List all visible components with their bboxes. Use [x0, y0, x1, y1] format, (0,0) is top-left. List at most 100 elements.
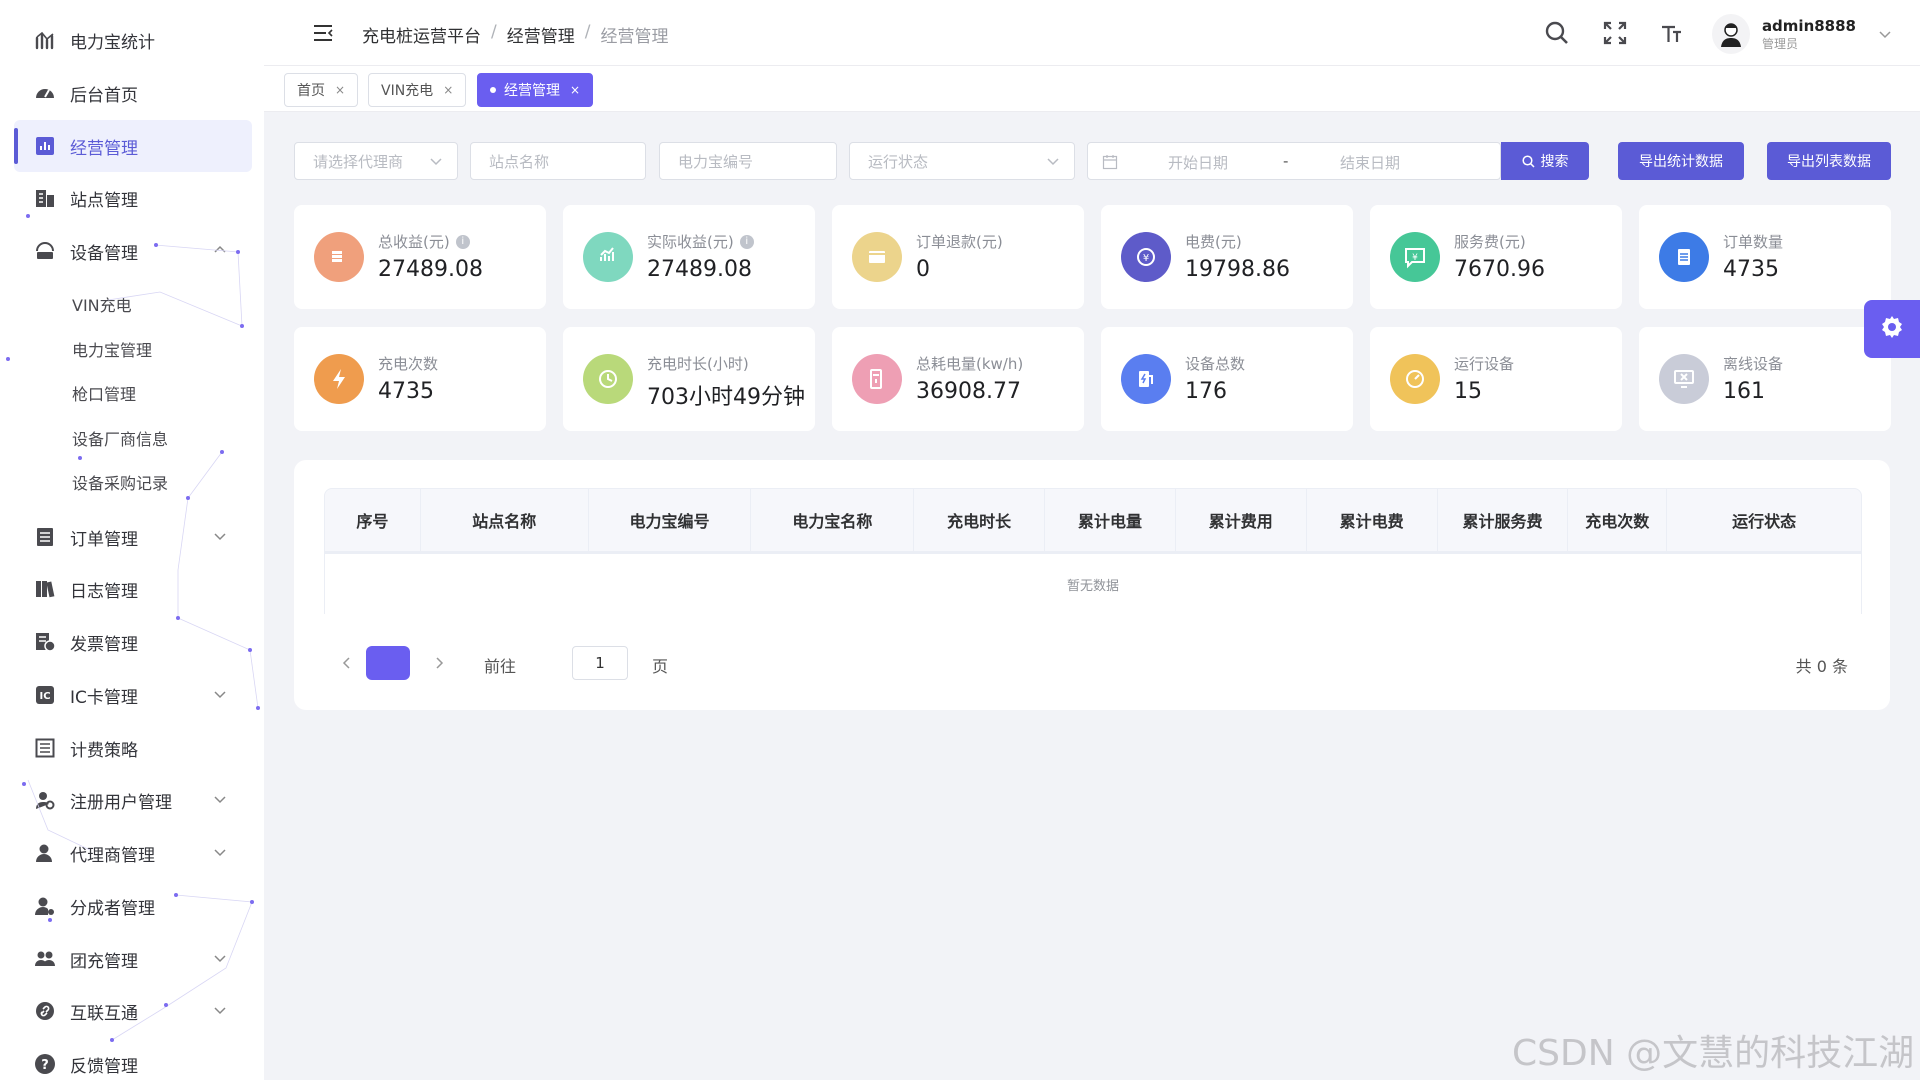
column-header: 充电次数 [1568, 489, 1668, 551]
start-date-placeholder[interactable]: 开始日期 [1168, 152, 1228, 173]
stat-title-text: 离线设备 [1723, 355, 1784, 373]
empty-text: 暂无数据 [1066, 578, 1119, 594]
stat-value: 176 [1185, 379, 1227, 404]
growth-chart-icon [583, 232, 633, 282]
close-icon[interactable]: × [570, 83, 580, 97]
stat-title-text: 电费(元) [1185, 233, 1242, 251]
current-page-button[interactable]: 1 [366, 646, 410, 680]
particle-dot [154, 243, 158, 247]
export-list-button[interactable]: 导出列表数据 [1767, 142, 1891, 180]
stat-title: 充电时长(小时) [647, 353, 749, 374]
stat-card: 充电时长(小时) 703小时49分钟 [563, 327, 815, 431]
next-page-icon[interactable] [430, 654, 448, 672]
stat-title-text: 实际收益(元) [647, 233, 734, 251]
stat-value: 7670.96 [1454, 257, 1545, 282]
breadcrumb-separator: / [584, 22, 591, 42]
yuan-cycle-icon: ¥ [1121, 232, 1171, 282]
particle-dot [110, 1038, 114, 1042]
stat-value: 19798.86 [1185, 257, 1290, 282]
stat-title: 订单退款(元) [916, 231, 1003, 252]
particle-dot [176, 616, 180, 620]
search-icon[interactable] [1544, 20, 1570, 46]
stat-card: 总耗电量(kw/h) 36908.77 [832, 327, 1084, 431]
font-size-icon[interactable] [1658, 20, 1684, 46]
stat-card: 实际收益(元) i 27489.08 [563, 205, 815, 309]
top-header: 充电桩运营平台 / 经营管理 / 经营管理 admin8888 管理员 [264, 0, 1920, 66]
stat-title: 总耗电量(kw/h) [916, 353, 1023, 374]
fullscreen-icon[interactable] [1602, 20, 1628, 46]
tab-home[interactable]: 首页 × [284, 73, 359, 107]
particle-dot [236, 250, 240, 254]
column-header: 电力宝名称 [751, 489, 915, 551]
stat-title-text: 充电时长(小时) [647, 355, 749, 373]
particle-dot [240, 324, 244, 328]
stat-title-text: 设备总数 [1185, 355, 1246, 373]
export-list-label: 导出列表数据 [1787, 154, 1871, 170]
info-icon[interactable]: i [739, 234, 754, 249]
stat-value: 703小时49分钟 [647, 385, 805, 410]
station-name-input[interactable]: 站点名称 [470, 142, 646, 180]
export-stats-button[interactable]: 导出统计数据 [1618, 142, 1744, 180]
column-header: 运行状态 [1732, 512, 1797, 531]
close-icon[interactable]: × [443, 83, 453, 97]
stat-card: 运行设备 15 [1370, 327, 1622, 431]
tab-label: 首页 [297, 83, 325, 99]
svg-text:¥: ¥ [1143, 253, 1149, 264]
tab-vin-charging[interactable]: VIN充电 × [368, 73, 467, 107]
export-stats-label: 导出统计数据 [1639, 154, 1723, 170]
particle-dot [26, 214, 30, 218]
table-empty: 暂无数据 [324, 552, 1862, 614]
stat-card: 订单数量 4735 [1639, 205, 1891, 309]
close-icon[interactable]: × [335, 83, 345, 97]
agent-select-placeholder: 请选择代理商 [313, 152, 404, 171]
particle-dot [220, 450, 224, 454]
prev-page-icon[interactable] [338, 654, 356, 672]
tab-label: VIN充电 [381, 83, 434, 99]
column-header: 序号 [325, 489, 421, 551]
date-range-picker[interactable]: 开始日期 - 结束日期 [1087, 142, 1501, 180]
search-button-label: 搜索 [1540, 154, 1569, 170]
column-header: 累计费用 [1176, 489, 1307, 551]
stat-value: 161 [1723, 379, 1765, 404]
stat-value: 27489.08 [647, 257, 752, 282]
stat-card: 设备总数 176 [1101, 327, 1353, 431]
menu-toggle-icon[interactable] [312, 22, 334, 44]
breadcrumb-item[interactable]: 充电桩运营平台 [362, 22, 481, 47]
table-header: 序号 站点名称 电力宝编号 电力宝名称 充电时长 累计电量 累计费用 累计电费 … [324, 488, 1862, 552]
end-date-placeholder[interactable]: 结束日期 [1340, 152, 1400, 173]
particle-dot [48, 918, 52, 922]
clipboard-icon [1659, 232, 1709, 282]
status-select[interactable]: 运行状态 [849, 142, 1075, 180]
chevron-down-icon [429, 154, 443, 168]
active-dot-icon [490, 87, 496, 93]
page-jump-input[interactable] [572, 646, 628, 680]
total-count: 共 0 条 [1795, 657, 1848, 676]
stat-card: 充电次数 4735 [294, 327, 546, 431]
power-bank-number-input[interactable]: 电力宝编号 [659, 142, 837, 180]
column-header: 站点名称 [421, 489, 589, 551]
stat-title-text: 总耗电量(kw/h) [916, 355, 1024, 373]
coins-icon [314, 232, 364, 282]
station-name-placeholder: 站点名称 [489, 152, 550, 171]
stat-card: 订单退款(元) 0 [832, 205, 1084, 309]
agent-select[interactable]: 请选择代理商 [294, 142, 458, 180]
particle-dot [22, 782, 26, 786]
particle-dot [174, 893, 178, 897]
sidebar: 电力宝统计 后台首页 经营管理 站点管理 设备管理 VIN充电 电力宝管理 枪口… [0, 0, 264, 1080]
tab-business[interactable]: 经营管理 × [477, 73, 594, 107]
breadcrumb-item[interactable]: 经营管理 [507, 22, 575, 47]
svg-text:¥: ¥ [1412, 253, 1418, 263]
user-menu[interactable]: admin8888 管理员 [1712, 12, 1892, 56]
settings-button[interactable] [1864, 300, 1920, 358]
stat-value: 4735 [1723, 257, 1779, 282]
column-header: 累计服务费 [1438, 489, 1569, 551]
stat-title: 服务费(元) [1454, 231, 1526, 252]
clock-history-icon [583, 354, 633, 404]
search-button[interactable]: 搜索 [1501, 142, 1589, 180]
particle-dot [248, 648, 252, 652]
date-separator: - [1283, 152, 1289, 170]
info-icon[interactable]: i [455, 234, 470, 249]
watermark: CSDN @文慧的科技江湖 [1512, 1033, 1915, 1074]
running-gauge-icon [1390, 354, 1440, 404]
stat-title: 实际收益(元) i [647, 231, 754, 252]
